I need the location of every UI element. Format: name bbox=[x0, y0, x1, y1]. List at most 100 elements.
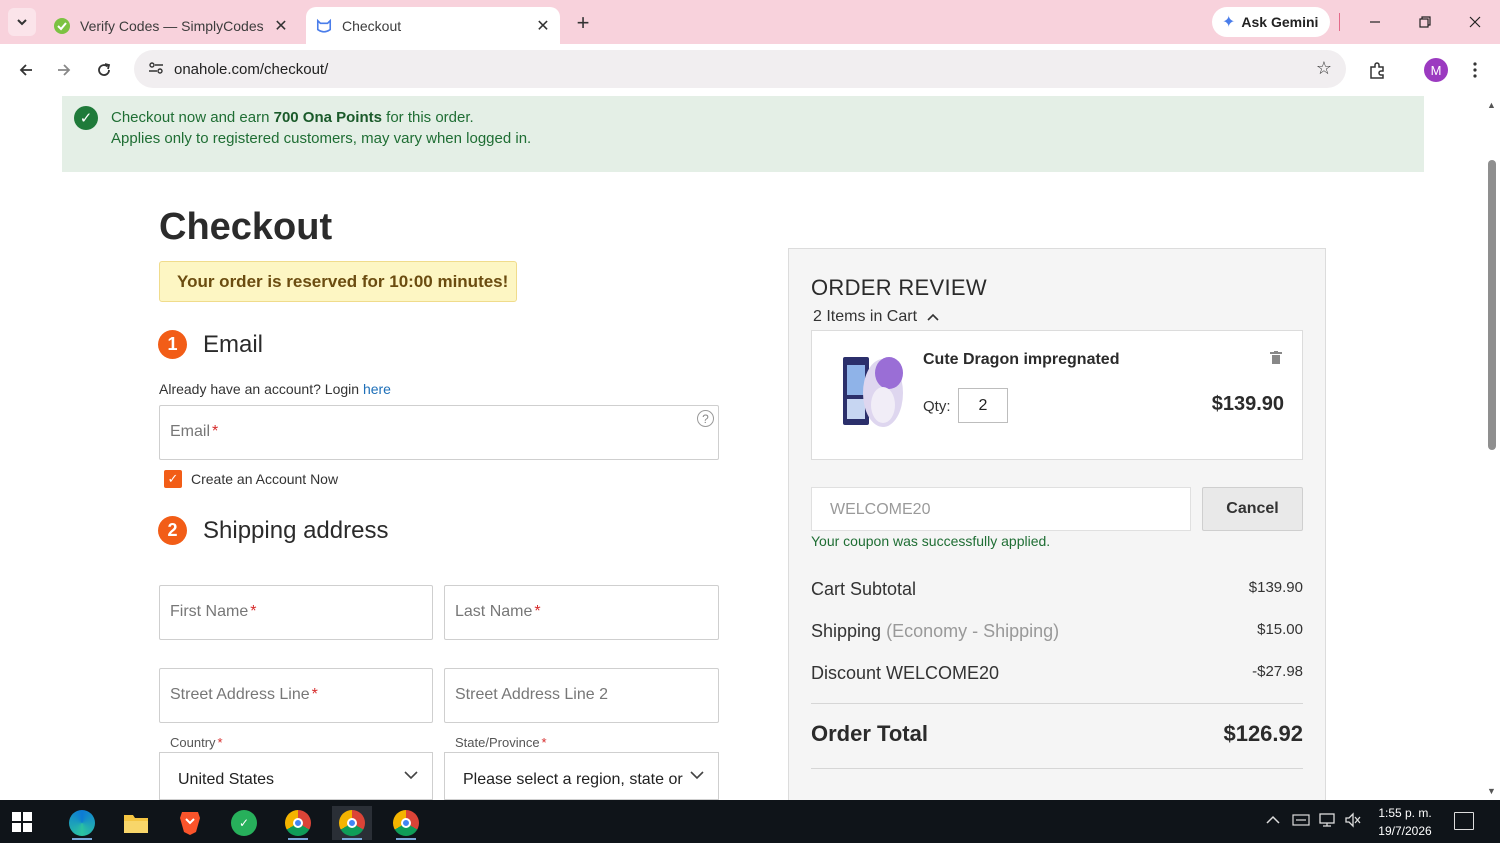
forward-button[interactable] bbox=[50, 56, 78, 84]
taskbar-brave[interactable] bbox=[170, 806, 210, 840]
taskbar-chrome-profile-3[interactable] bbox=[386, 806, 426, 840]
cart-item: Cute Dragon impregnated Qty: 2 $139.90 bbox=[811, 330, 1303, 460]
ask-gemini-button[interactable]: ✦ Ask Gemini bbox=[1212, 7, 1330, 37]
street-address-2-field[interactable]: Street Address Line 2 bbox=[444, 668, 719, 723]
address-bar[interactable]: onahole.com/checkout/ ☆ bbox=[134, 50, 1346, 88]
scrollbar-thumb[interactable] bbox=[1488, 160, 1496, 450]
kebab-menu-icon bbox=[1473, 62, 1477, 78]
product-image[interactable] bbox=[839, 351, 907, 429]
close-window-button[interactable] bbox=[1455, 8, 1495, 36]
banner-line-1: Checkout now and earn 700 Ona Points for… bbox=[111, 109, 474, 126]
close-tab-icon[interactable]: ✕ bbox=[532, 15, 554, 37]
folder-icon bbox=[124, 815, 148, 833]
network-icon[interactable] bbox=[1318, 812, 1336, 831]
scroll-up-arrow-icon[interactable]: ▲ bbox=[1487, 100, 1496, 110]
step-label: Shipping address bbox=[203, 516, 389, 544]
reservation-notice: Your order is reserved for 10:00 minutes… bbox=[159, 261, 517, 302]
extensions-button[interactable] bbox=[1364, 58, 1390, 84]
create-account-label: Create an Account Now bbox=[191, 471, 339, 487]
discount-row: Discount WELCOME20 -$27.98 bbox=[811, 663, 1303, 689]
item-price: $139.90 bbox=[1211, 393, 1284, 415]
system-clock[interactable]: 1:55 p. m. 19/7/2026 bbox=[1372, 804, 1438, 840]
clock-date: 19/7/2026 bbox=[1378, 824, 1432, 838]
forward-arrow-icon bbox=[58, 64, 71, 76]
discount-value: -$27.98 bbox=[1252, 663, 1303, 680]
chrome-icon bbox=[393, 810, 419, 836]
tab-search-button[interactable] bbox=[8, 8, 36, 36]
help-icon[interactable]: ? bbox=[697, 410, 714, 427]
back-button[interactable] bbox=[12, 56, 40, 84]
divider bbox=[811, 768, 1303, 769]
taskbar-chrome-profile-1[interactable] bbox=[278, 806, 318, 840]
first-name-field[interactable]: First Name * bbox=[159, 585, 433, 640]
subtotal-label: Cart Subtotal bbox=[811, 579, 917, 599]
trash-icon[interactable] bbox=[1270, 351, 1282, 368]
taskbar-edge[interactable] bbox=[62, 806, 102, 840]
windows-start-icon[interactable] bbox=[12, 812, 32, 832]
check-circle-icon: ✓ bbox=[74, 106, 98, 130]
browser-menu-button[interactable] bbox=[1466, 58, 1484, 82]
login-prompt: Already have an account? Login here bbox=[159, 381, 391, 397]
last-name-field[interactable]: Last Name * bbox=[444, 585, 719, 640]
input-method-icon[interactable] bbox=[1292, 812, 1310, 831]
country-value: United States bbox=[178, 771, 275, 788]
taskbar-simplycodes[interactable]: ✓ bbox=[224, 806, 264, 840]
url-text: onahole.com/checkout/ bbox=[174, 60, 329, 78]
page-viewport: ✓ Checkout now and earn 700 Ona Points f… bbox=[0, 96, 1484, 800]
step-email-heading: 1 Email bbox=[158, 330, 263, 359]
restore-icon bbox=[1419, 16, 1431, 28]
order-total-label: Order Total bbox=[811, 721, 928, 746]
order-review-panel: ORDER REVIEW 2 Items in Cart Cute Dragon… bbox=[788, 248, 1326, 800]
restore-button[interactable] bbox=[1405, 8, 1445, 36]
bookmark-star-icon[interactable]: ☆ bbox=[1316, 58, 1332, 79]
tab-checkout[interactable]: Checkout ✕ bbox=[306, 7, 560, 44]
street-2-placeholder: Street Address Line 2 bbox=[455, 686, 608, 703]
tab-title: Checkout bbox=[342, 17, 402, 34]
minimize-button[interactable] bbox=[1355, 8, 1395, 36]
page-title: Checkout bbox=[159, 206, 333, 248]
reload-button[interactable] bbox=[90, 56, 118, 84]
discount-label: Discount WELCOME20 bbox=[811, 663, 1000, 683]
order-review-title: ORDER REVIEW bbox=[811, 275, 987, 300]
new-tab-button[interactable]: + bbox=[570, 10, 596, 36]
notification-center-icon[interactable] bbox=[1454, 812, 1474, 830]
shipping-label: Shipping (Economy - Shipping) bbox=[811, 621, 1060, 641]
taskbar-file-explorer[interactable] bbox=[116, 806, 156, 840]
email-field[interactable]: Email * ? bbox=[159, 405, 719, 460]
tab-title: Verify Codes — SimplyCodes bbox=[80, 17, 264, 34]
coupon-input[interactable]: WELCOME20 bbox=[811, 487, 1191, 531]
close-tab-icon[interactable]: ✕ bbox=[270, 15, 292, 37]
step-label: Email bbox=[203, 330, 264, 358]
tab-verify-codes[interactable]: Verify Codes — SimplyCodes ✕ bbox=[44, 7, 298, 44]
puzzle-icon bbox=[1370, 62, 1384, 79]
shipping-method: (Economy - Shipping) bbox=[886, 621, 1060, 641]
simplycodes-favicon-icon bbox=[54, 17, 70, 34]
site-info-icon[interactable] bbox=[138, 61, 174, 78]
volume-muted-icon[interactable] bbox=[1344, 812, 1362, 831]
close-icon bbox=[1469, 16, 1481, 28]
shipping-row: Shipping (Economy - Shipping) $15.00 bbox=[811, 621, 1303, 647]
scroll-down-arrow-icon[interactable]: ▼ bbox=[1487, 786, 1496, 796]
banner-line-2: Applies only to registered customers, ma… bbox=[111, 130, 532, 147]
taskbar-chrome-profile-2[interactable] bbox=[332, 806, 372, 840]
state-value: Please select a region, state or bbox=[463, 771, 683, 788]
page-scrollbar[interactable]: ▲ ▼ bbox=[1484, 96, 1500, 800]
show-hidden-icons-chevron-icon[interactable] bbox=[1266, 812, 1280, 828]
ask-gemini-label: Ask Gemini bbox=[1241, 14, 1319, 30]
step-shipping-heading: 2 Shipping address bbox=[158, 516, 388, 545]
last-name-placeholder: Last Name * bbox=[455, 603, 541, 620]
login-link[interactable]: here bbox=[363, 381, 391, 397]
chevron-down-icon bbox=[404, 767, 418, 783]
items-in-cart-toggle[interactable]: 2 Items in Cart bbox=[813, 308, 940, 326]
state-select[interactable]: Please select a region, state or bbox=[444, 752, 719, 800]
product-name: Cute Dragon impregnated bbox=[923, 351, 1120, 368]
street-address-1-field[interactable]: Street Address Line * bbox=[159, 668, 433, 723]
country-select[interactable]: United States bbox=[159, 752, 433, 800]
checkbox-checked-icon[interactable]: ✓ bbox=[164, 470, 182, 488]
gemini-sparkle-icon: ✦ bbox=[1222, 14, 1236, 31]
create-account-checkbox[interactable]: ✓ Create an Account Now bbox=[164, 470, 338, 488]
cancel-coupon-button[interactable]: Cancel bbox=[1202, 487, 1303, 531]
qty-input[interactable]: 2 bbox=[958, 388, 1008, 423]
edge-icon bbox=[69, 810, 95, 836]
profile-avatar[interactable]: M bbox=[1424, 58, 1448, 82]
